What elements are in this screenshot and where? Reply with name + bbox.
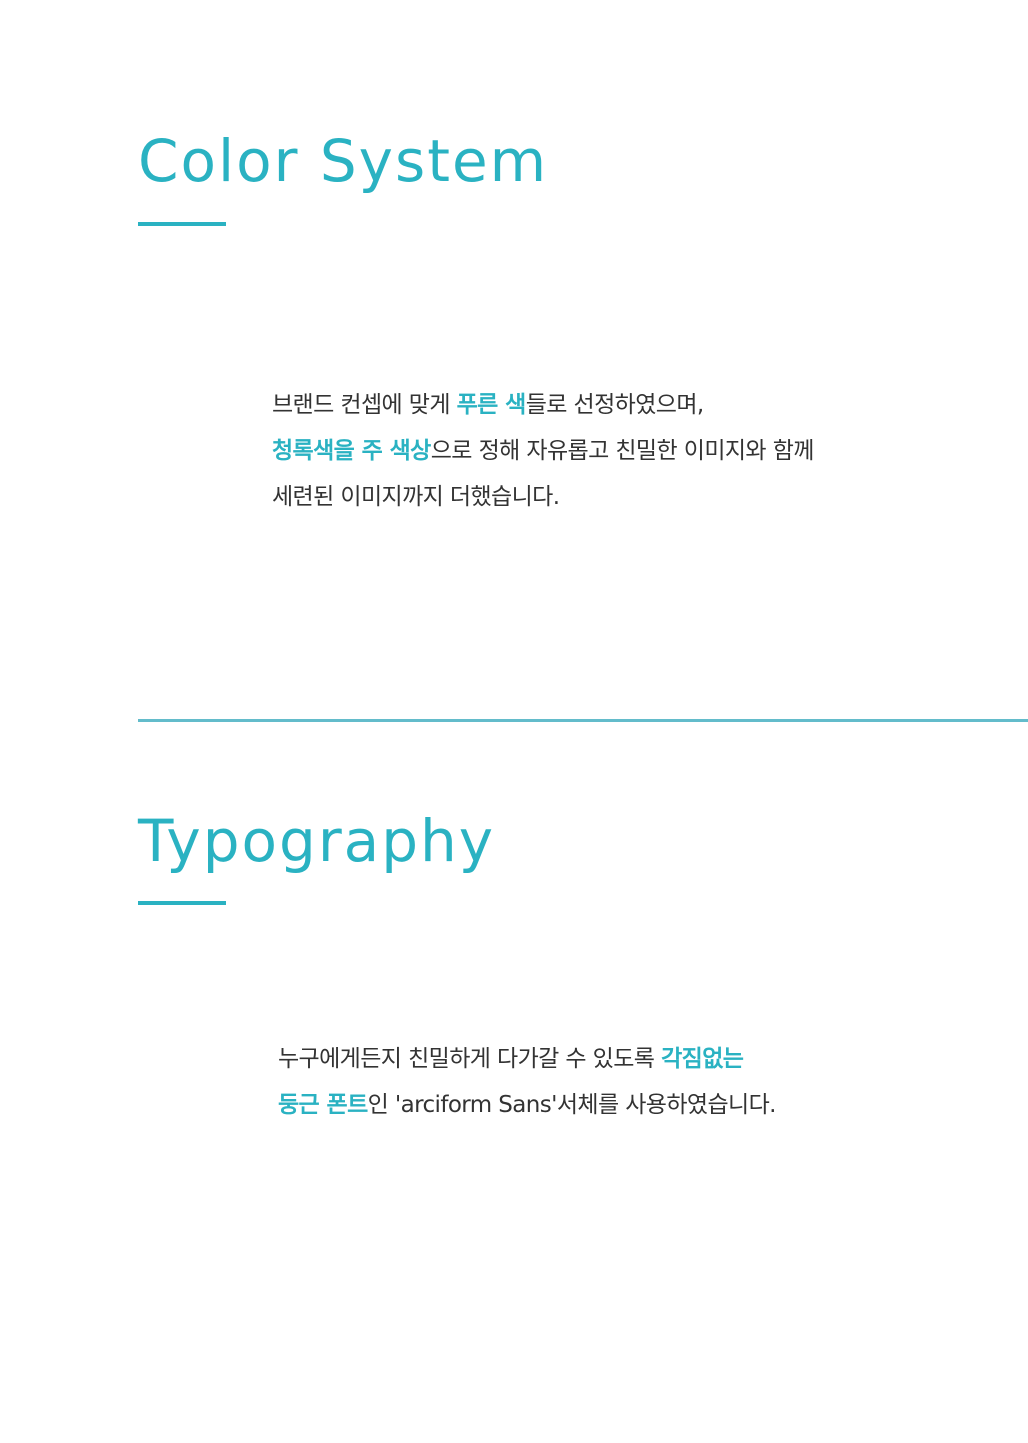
color-system-description: 브랜드 컨셉에 맞게 푸른 색들로 선정하였으며, 청록색을 주 색상으로 정해 … xyxy=(272,382,814,520)
paragraph-line: 누구에게든지 친밀하게 다가갈 수 있도록 각짐없는 xyxy=(278,1036,776,1082)
paragraph-line: 브랜드 컨셉에 맞게 푸른 색들로 선정하였으며, xyxy=(272,382,814,428)
body-text: 으로 정해 자유롭고 친밀한 이미지와 함께 xyxy=(430,438,815,464)
highlighted-text: 각짐없는 xyxy=(661,1046,744,1072)
section-divider xyxy=(138,719,1028,722)
paragraph-line: 세련된 이미지까지 더했습니다. xyxy=(272,474,814,520)
highlighted-text: 푸른 색 xyxy=(456,392,527,418)
typography-description: 누구에게든지 친밀하게 다가갈 수 있도록 각짐없는 둥근 폰트인 'arcifo… xyxy=(278,1036,776,1128)
color-system-title-underline xyxy=(138,222,226,226)
highlighted-text: 청록색을 주 색상 xyxy=(272,438,431,464)
color-system-title: Color System xyxy=(138,127,549,195)
body-text: 들로 선정하였으며, xyxy=(525,392,705,418)
body-text: 세련된 이미지까지 더했습니다. xyxy=(272,484,560,510)
typography-title-underline xyxy=(138,901,226,905)
paragraph-line: 청록색을 주 색상으로 정해 자유롭고 친밀한 이미지와 함께 xyxy=(272,428,814,474)
highlighted-text: 둥근 폰트 xyxy=(278,1092,368,1118)
page: Color System 브랜드 컨셉에 맞게 푸른 색들로 선정하였으며, 청록… xyxy=(0,0,1028,1443)
paragraph-line: 둥근 폰트인 'arciform Sans'서체를 사용하였습니다. xyxy=(278,1082,776,1128)
typography-title: Typography xyxy=(138,807,496,875)
body-text: 누구에게든지 친밀하게 다가갈 수 있도록 xyxy=(278,1046,662,1072)
body-text: 인 'arciform Sans'서체를 사용하였습니다. xyxy=(367,1092,777,1118)
body-text: 브랜드 컨셉에 맞게 xyxy=(272,392,457,418)
